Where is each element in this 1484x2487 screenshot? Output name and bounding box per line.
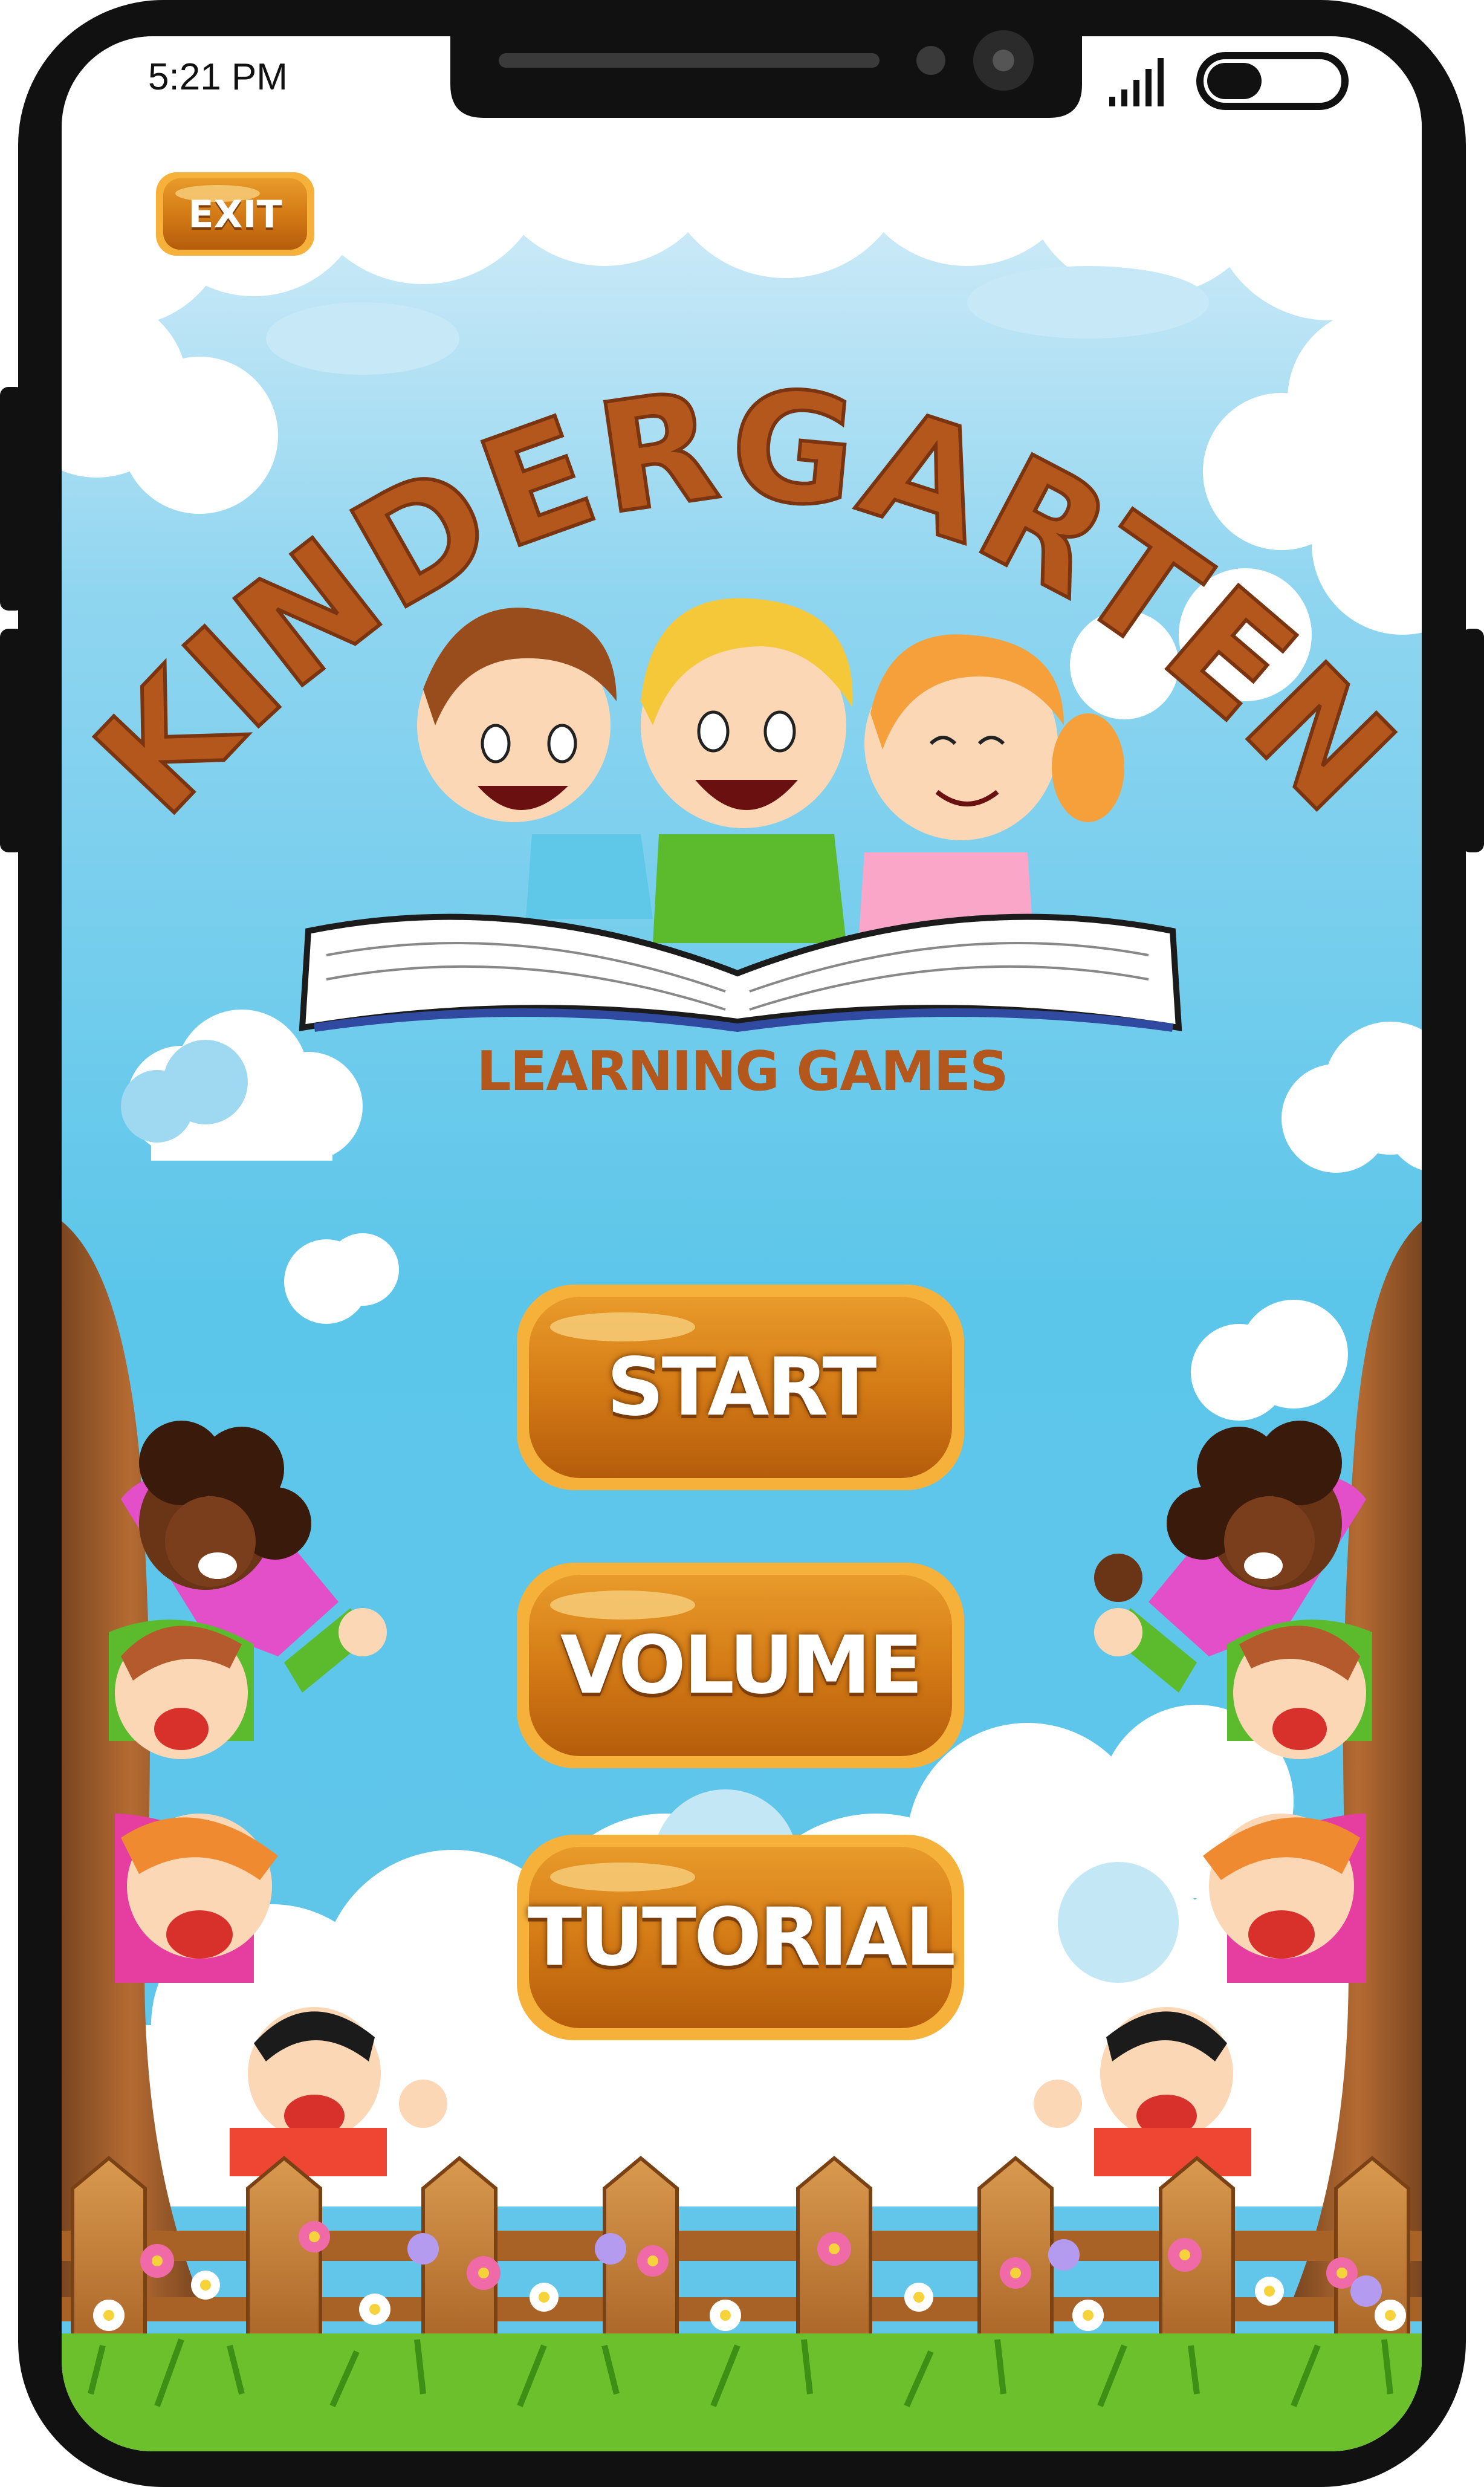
start-button-label: START [606, 1341, 877, 1434]
start-button[interactable]: START [517, 1285, 964, 1490]
app-screen-artwork: KINDERGARTEN [0, 0, 1484, 2487]
exit-button[interactable]: EXIT [156, 172, 314, 256]
exit-button-label: EXIT [188, 192, 282, 236]
volume-button[interactable]: VOLUME [517, 1563, 964, 1768]
status-time: 5:21 PM [148, 56, 288, 98]
tutorial-button[interactable]: TUTORIAL [517, 1835, 964, 2040]
app-subtitle: LEARNING GAMES [476, 1040, 1009, 1103]
tutorial-button-label: TUTORIAL [527, 1891, 956, 1984]
volume-button-label: VOLUME [560, 1619, 923, 1712]
